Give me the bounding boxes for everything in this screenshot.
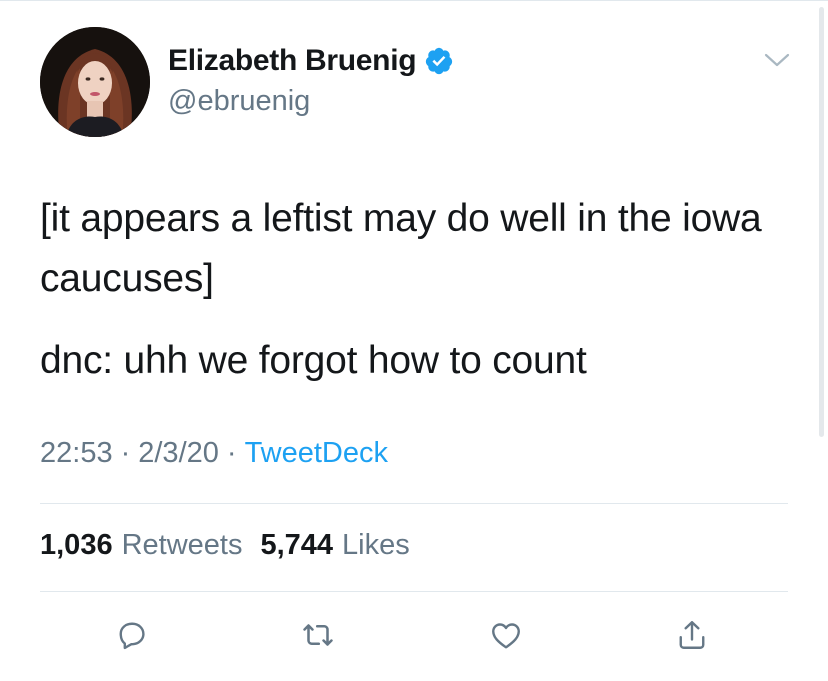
retweet-icon bbox=[303, 624, 333, 646]
verified-badge-icon bbox=[424, 46, 454, 76]
reply-button[interactable] bbox=[110, 613, 154, 657]
heart-icon bbox=[492, 623, 520, 649]
likes-stat[interactable]: 5,744 Likes bbox=[260, 529, 409, 562]
name-row: Elizabeth Bruenig bbox=[168, 43, 454, 79]
divider bbox=[40, 591, 788, 592]
tweet-source-link[interactable]: TweetDeck bbox=[245, 437, 388, 469]
divider bbox=[40, 503, 788, 504]
retweets-stat[interactable]: 1,036 Retweets bbox=[40, 529, 242, 562]
retweets-count: 1,036 bbox=[40, 529, 113, 561]
author-display-name[interactable]: Elizabeth Bruenig bbox=[168, 44, 417, 78]
like-button[interactable] bbox=[484, 613, 528, 657]
tweet-time[interactable]: 22:53 bbox=[40, 437, 113, 469]
likes-label: Likes bbox=[342, 529, 410, 561]
tweet-stats: 1,036 Retweets 5,744 Likes bbox=[40, 529, 428, 562]
retweets-label: Retweets bbox=[121, 529, 243, 561]
tweet-paragraph: dnc: uhh we forgot how to count bbox=[40, 339, 587, 382]
tweet-card: Elizabeth Bruenig @ebruenig [it appears … bbox=[0, 0, 828, 681]
author-block: Elizabeth Bruenig @ebruenig bbox=[168, 43, 454, 118]
chevron-down-icon[interactable] bbox=[762, 49, 792, 71]
avatar-image bbox=[40, 27, 150, 137]
share-button[interactable] bbox=[670, 613, 714, 657]
tweet-text: [it appears a leftist may do well in the… bbox=[40, 189, 800, 391]
share-icon bbox=[679, 621, 705, 649]
meta-separator: · bbox=[226, 437, 237, 469]
tweet-paragraph: [it appears a leftist may do well in the… bbox=[40, 197, 773, 300]
likes-count: 5,744 bbox=[260, 529, 334, 561]
scrollbar[interactable] bbox=[819, 7, 824, 437]
retweet-button[interactable] bbox=[296, 613, 340, 657]
meta-separator: · bbox=[120, 437, 131, 469]
tweet-date[interactable]: 2/3/20 bbox=[138, 437, 219, 469]
reply-icon bbox=[119, 622, 145, 650]
avatar[interactable] bbox=[40, 27, 150, 137]
tweet-meta: 22:53 · 2/3/20 · TweetDeck bbox=[40, 437, 388, 470]
author-handle[interactable]: @ebruenig bbox=[168, 85, 454, 118]
action-bar bbox=[0, 613, 828, 657]
